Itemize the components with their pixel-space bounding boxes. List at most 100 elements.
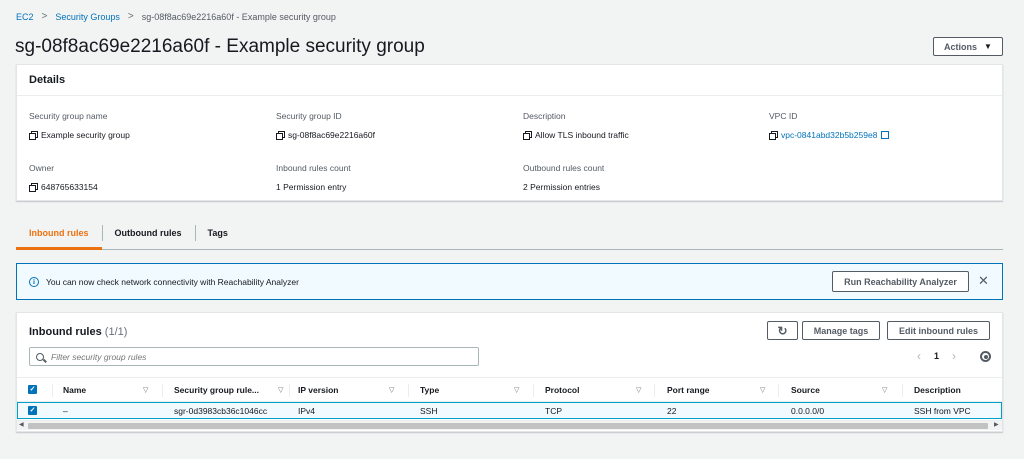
external-link-icon[interactable] — [881, 131, 890, 139]
column-divider — [52, 384, 53, 397]
owner-value: 648765633154 — [41, 182, 98, 192]
field-inbound-rules-count: Inbound rules count 1 Permission entry — [276, 163, 351, 192]
security-group-name-value: Example security group — [41, 130, 130, 140]
sort-icon[interactable]: ▽ — [636, 378, 641, 401]
column-divider — [289, 384, 290, 397]
field-description: Description Allow TLS inbound traffic — [523, 111, 629, 140]
column-header-protocol[interactable]: Protocol — [545, 378, 579, 401]
column-header-rule-id[interactable]: Security group rule... — [174, 378, 259, 401]
inbound-rules-count-value: 1 Permission entry — [276, 182, 347, 192]
cell-type: SSH — [420, 405, 438, 416]
column-divider — [654, 384, 655, 397]
copy-icon[interactable] — [29, 183, 38, 192]
field-label: Outbound rules count — [523, 163, 605, 173]
table-row[interactable]: ✓ – sgr-0d3983cb36c1046cc IPv4 SSH TCP 2… — [17, 402, 1002, 419]
tab-inbound-rules[interactable]: Inbound rules — [16, 217, 102, 250]
column-header-source[interactable]: Source — [791, 378, 820, 401]
column-divider — [902, 384, 903, 397]
horizontal-scrollbar[interactable]: ◀ ▶ — [17, 420, 1002, 430]
info-icon: i — [29, 276, 39, 287]
field-label: VPC ID — [769, 111, 798, 121]
sort-icon[interactable]: ▽ — [760, 378, 765, 401]
search-input[interactable] — [51, 351, 451, 362]
pagination: ‹ 1 › — [912, 349, 961, 363]
cell-port-range: 22 — [667, 405, 677, 416]
scrollbar-thumb[interactable] — [28, 423, 988, 429]
refresh-icon: ↻ — [777, 323, 788, 338]
column-divider — [408, 384, 409, 397]
column-divider — [162, 384, 163, 397]
chevron-right-icon: > — [41, 11, 48, 22]
row-select-cell: ✓ — [28, 403, 37, 418]
field-outbound-rules-count: Outbound rules count 2 Permission entrie… — [523, 163, 604, 192]
sort-icon[interactable]: ▽ — [278, 378, 283, 401]
table-header: ✓ Name ▽ Security group rule... ▽ IP ver… — [17, 377, 1002, 402]
security-group-id-value: sg-08f8ac69e2216a60f — [288, 130, 375, 140]
chevron-right-icon: > — [127, 11, 134, 22]
cell-ip-version: IPv4 — [298, 405, 316, 416]
tab-tags[interactable]: Tags — [194, 217, 241, 249]
copy-icon[interactable] — [29, 131, 38, 140]
manage-tags-button[interactable]: Manage tags — [802, 321, 880, 340]
field-label: Security group name — [29, 111, 108, 121]
field-value: 648765633154 — [29, 182, 98, 192]
field-security-group-id: Security group ID sg-08f8ac69e2216a60f — [276, 111, 375, 140]
column-header-type[interactable]: Type — [420, 378, 439, 401]
search-icon — [36, 352, 44, 361]
run-reachability-analyzer-button[interactable]: Run Reachability Analyzer — [832, 271, 969, 292]
cell-source: 0.0.0.0/0 — [791, 405, 825, 416]
cell-name: – — [63, 405, 68, 416]
close-icon[interactable]: ✕ — [978, 274, 989, 288]
sort-icon[interactable]: ▽ — [389, 378, 394, 401]
actions-button[interactable]: Actions ▼ — [933, 37, 1003, 56]
copy-icon[interactable] — [276, 131, 285, 140]
copy-icon[interactable] — [523, 131, 532, 140]
edit-inbound-rules-button[interactable]: Edit inbound rules — [887, 321, 990, 340]
scroll-right-icon[interactable]: ▶ — [994, 421, 999, 428]
chevron-right-icon[interactable]: › — [947, 349, 961, 363]
field-label: Inbound rules count — [276, 163, 351, 173]
vpc-id-link[interactable]: vpc-0841abd32b5b259e8 — [781, 130, 877, 140]
cell-protocol: TCP — [545, 405, 562, 416]
rules-heading: Inbound rules (1/1) — [29, 326, 127, 338]
scroll-left-icon[interactable]: ◀ — [19, 421, 24, 428]
field-value: vpc-0841abd32b5b259e8 — [769, 130, 890, 140]
page-number[interactable]: 1 — [934, 351, 939, 361]
sort-icon[interactable]: ▽ — [514, 378, 519, 401]
column-header-name[interactable]: Name — [63, 378, 86, 401]
inbound-rules-panel: Inbound rules (1/1) ↻ Manage tags Edit i… — [16, 312, 1003, 432]
breadcrumb-security-groups-link[interactable]: Security Groups — [55, 12, 120, 22]
column-header-ip-version[interactable]: IP version — [298, 378, 338, 401]
description-value: Allow TLS inbound traffic — [535, 130, 629, 140]
row-checkbox[interactable]: ✓ — [28, 406, 37, 415]
column-header-port-range[interactable]: Port range — [667, 378, 710, 401]
field-value: Example security group — [29, 130, 130, 140]
column-header-description[interactable]: Description — [914, 378, 961, 401]
cell-rule-id: sgr-0d3983cb36c1046cc — [174, 405, 268, 416]
tab-outbound-rules[interactable]: Outbound rules — [101, 217, 195, 249]
gear-icon[interactable] — [980, 351, 991, 362]
details-heading: Details — [17, 65, 1002, 96]
tab-bar: Inbound rules Outbound rules Tags — [16, 217, 1003, 250]
chevron-left-icon[interactable]: ‹ — [912, 349, 926, 363]
flash-message: You can now check network connectivity w… — [46, 276, 299, 287]
field-owner: Owner 648765633154 — [29, 163, 98, 192]
sort-icon[interactable]: ▽ — [882, 378, 887, 401]
sort-icon[interactable]: ▽ — [143, 378, 148, 401]
select-all-checkbox[interactable]: ✓ — [28, 385, 37, 394]
cell-description: SSH from VPC — [914, 405, 971, 416]
breadcrumb-current: sg-08f8ac69e2216a60f - Example security … — [141, 11, 336, 22]
caret-down-icon: ▼ — [984, 42, 992, 51]
field-value: sg-08f8ac69e2216a60f — [276, 130, 375, 140]
select-all-cell: ✓ — [28, 378, 37, 401]
field-value: Allow TLS inbound traffic — [523, 130, 629, 140]
search-box — [29, 347, 479, 366]
actions-button-label: Actions — [944, 41, 978, 52]
field-label: Security group ID — [276, 111, 342, 121]
refresh-button[interactable]: ↻ — [767, 321, 798, 340]
copy-icon[interactable] — [769, 131, 778, 140]
field-label: Owner — [29, 163, 55, 173]
breadcrumb-ec2-link[interactable]: EC2 — [16, 12, 34, 22]
breadcrumb: EC2 > Security Groups > sg-08f8ac69e2216… — [16, 11, 336, 22]
field-security-group-name: Security group name Example security gro… — [29, 111, 130, 140]
